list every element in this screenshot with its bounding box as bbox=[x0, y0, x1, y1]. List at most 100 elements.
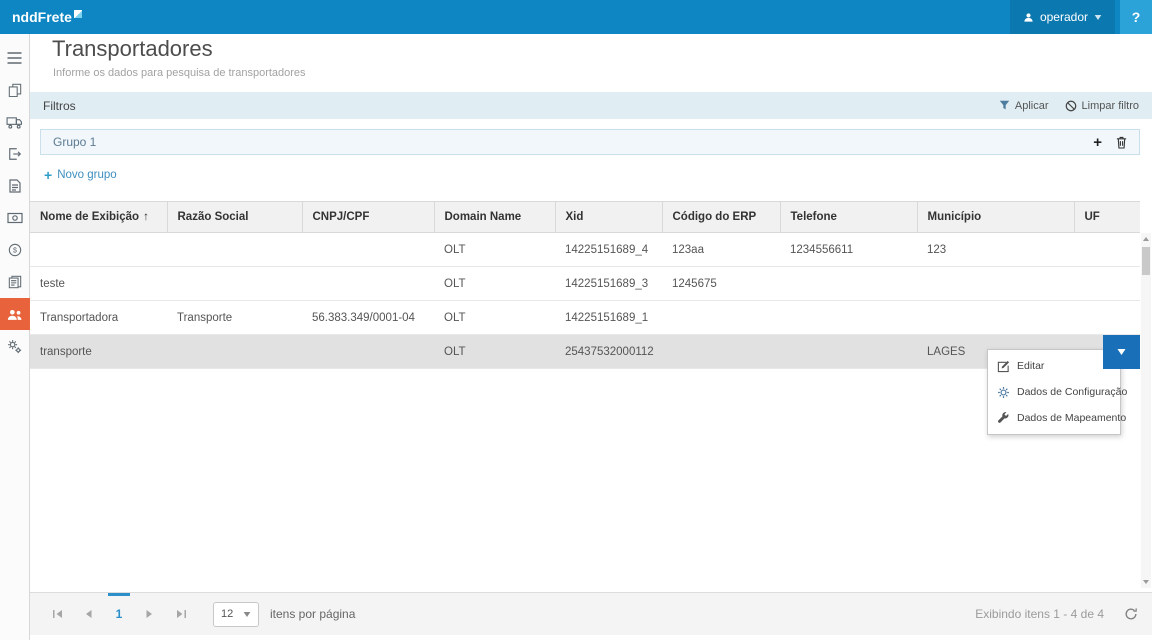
filter-group[interactable]: Grupo 1 + bbox=[40, 129, 1140, 155]
carriers-table: Nome de Exibição↑ Razão Social CNPJ/CPF … bbox=[30, 201, 1140, 369]
ban-icon bbox=[1065, 100, 1077, 112]
table-row[interactable]: teste OLT 14225151689_3 1245675 bbox=[30, 267, 1140, 301]
add-filter-button[interactable]: + bbox=[1093, 135, 1102, 150]
menu-item-editar[interactable]: Editar bbox=[988, 353, 1120, 379]
people-icon bbox=[7, 308, 23, 321]
wrench-icon bbox=[997, 412, 1010, 425]
help-button[interactable]: ? bbox=[1120, 0, 1152, 34]
sidebar-item-export[interactable] bbox=[0, 138, 30, 170]
menu-item-dados-configuracao[interactable]: Dados de Configuração bbox=[988, 379, 1120, 405]
column-header-uf[interactable]: UF bbox=[1074, 202, 1140, 233]
column-header-telefone[interactable]: Telefone bbox=[780, 202, 917, 233]
brand-flag-icon bbox=[74, 10, 82, 18]
sidebar-item-carriers[interactable] bbox=[0, 298, 30, 330]
clear-filter-label: Limpar filtro bbox=[1082, 100, 1139, 112]
copy-icon bbox=[8, 83, 22, 97]
scrollbar-thumb[interactable] bbox=[1142, 247, 1150, 275]
sidebar-item-shipments[interactable] bbox=[0, 106, 30, 138]
sidebar: $ bbox=[0, 34, 30, 640]
page-title: Transportadores bbox=[52, 36, 213, 62]
sidebar-item-billing[interactable]: $ bbox=[0, 234, 30, 266]
menu-item-label: Dados de Mapeamento bbox=[1017, 412, 1126, 424]
column-header-cnpj-cpf[interactable]: CNPJ/CPF bbox=[302, 202, 434, 233]
user-menu-button[interactable]: operador bbox=[1010, 0, 1115, 34]
topbar-right: operador ? bbox=[1010, 0, 1152, 34]
svg-text:$: $ bbox=[13, 248, 17, 255]
caret-down-icon bbox=[1117, 349, 1126, 355]
column-header-xid[interactable]: Xid bbox=[555, 202, 662, 233]
menu-item-label: Dados de Configuração bbox=[1017, 386, 1127, 398]
column-header-razao-social[interactable]: Razão Social bbox=[167, 202, 302, 233]
table-row[interactable]: OLT 14225151689_4 123aa 1234556611 123 bbox=[30, 233, 1140, 267]
brand-text: nddFrete bbox=[12, 9, 72, 25]
filters-bar: Filtros Aplicar Limpar filtro bbox=[30, 92, 1152, 119]
table-scrollbar bbox=[1141, 233, 1151, 588]
sidebar-item-menu[interactable] bbox=[0, 42, 30, 74]
page-size-select[interactable]: 12 bbox=[213, 602, 259, 627]
sort-asc-icon: ↑ bbox=[143, 211, 149, 223]
sidebar-item-payments[interactable] bbox=[0, 202, 30, 234]
table-header-row: Nome de Exibição↑ Razão Social CNPJ/CPF … bbox=[30, 202, 1140, 233]
coin-icon: $ bbox=[8, 243, 22, 257]
prev-page-button[interactable] bbox=[75, 601, 101, 627]
funnel-icon bbox=[999, 100, 1010, 111]
sidebar-item-documents[interactable] bbox=[0, 74, 30, 106]
pager: 1 12 itens por página Exibindo itens 1 -… bbox=[30, 592, 1152, 635]
filters-title: Filtros bbox=[43, 99, 76, 113]
sidebar-item-reports[interactable] bbox=[0, 266, 30, 298]
delete-group-button[interactable] bbox=[1116, 136, 1127, 149]
filter-group-actions: + bbox=[1093, 135, 1127, 150]
menu-icon bbox=[7, 52, 22, 64]
plus-icon: + bbox=[44, 168, 52, 182]
row-actions-button[interactable] bbox=[1103, 335, 1140, 369]
topbar: nddFrete operador ? bbox=[0, 0, 1152, 34]
truck-icon bbox=[6, 116, 23, 129]
pager-right: Exibindo itens 1 - 4 de 4 bbox=[975, 607, 1138, 621]
user-label: operador bbox=[1040, 10, 1088, 24]
chevron-down-icon bbox=[243, 612, 251, 617]
filter-group-name: Grupo 1 bbox=[53, 135, 96, 149]
document-icon bbox=[9, 179, 21, 193]
page-1-button[interactable]: 1 bbox=[106, 593, 132, 635]
chevron-down-icon bbox=[1094, 15, 1102, 20]
page-size-value: 12 bbox=[221, 608, 233, 620]
table-row-selected[interactable]: transporte OLT 25437532000112 LAGES bbox=[30, 335, 1140, 369]
pager-summary: Exibindo itens 1 - 4 de 4 bbox=[975, 607, 1104, 621]
new-group-label: Novo grupo bbox=[57, 169, 116, 181]
menu-item-label: Editar bbox=[1017, 360, 1044, 372]
sidebar-item-settings[interactable] bbox=[0, 330, 30, 362]
trash-icon bbox=[1116, 136, 1127, 149]
column-header-domain-name[interactable]: Domain Name bbox=[434, 202, 555, 233]
scroll-up-button[interactable] bbox=[1141, 233, 1151, 245]
filters-actions: Aplicar Limpar filtro bbox=[999, 100, 1139, 112]
gear-icon bbox=[997, 386, 1010, 399]
scroll-down-button[interactable] bbox=[1141, 576, 1151, 588]
new-group-button[interactable]: + Novo grupo bbox=[44, 168, 117, 182]
column-header-municipio[interactable]: Município bbox=[917, 202, 1074, 233]
clear-filter-button[interactable]: Limpar filtro bbox=[1065, 100, 1139, 112]
edit-icon bbox=[997, 360, 1010, 373]
triangle-up-icon bbox=[1143, 237, 1149, 241]
pages-icon bbox=[8, 275, 22, 289]
first-page-button[interactable] bbox=[44, 601, 70, 627]
apply-filter-label: Aplicar bbox=[1015, 100, 1049, 112]
user-icon bbox=[1023, 12, 1034, 23]
brand-logo: nddFrete bbox=[12, 9, 82, 25]
sidebar-item-invoices[interactable] bbox=[0, 170, 30, 202]
table-row[interactable]: Transportadora Transporte 56.383.349/000… bbox=[30, 301, 1140, 335]
last-page-button[interactable] bbox=[168, 601, 194, 627]
apply-filter-button[interactable]: Aplicar bbox=[999, 100, 1049, 112]
row-context-menu: Editar Dados de Configuração Dados de Ma… bbox=[987, 349, 1121, 435]
page-subtitle: Informe os dados para pesquisa de transp… bbox=[53, 67, 306, 79]
help-label: ? bbox=[1132, 9, 1141, 25]
column-header-codigo-erp[interactable]: Código do ERP bbox=[662, 202, 780, 233]
banknote-icon bbox=[7, 212, 23, 224]
refresh-button[interactable] bbox=[1124, 607, 1138, 621]
items-per-page-label: itens por página bbox=[270, 607, 355, 621]
column-header-nome-de-exibicao[interactable]: Nome de Exibição↑ bbox=[30, 202, 167, 233]
next-page-button[interactable] bbox=[137, 601, 163, 627]
menu-item-dados-mapeamento[interactable]: Dados de Mapeamento bbox=[988, 405, 1120, 431]
gears-icon bbox=[7, 339, 22, 354]
export-icon bbox=[8, 147, 22, 161]
triangle-down-icon bbox=[1143, 580, 1149, 584]
